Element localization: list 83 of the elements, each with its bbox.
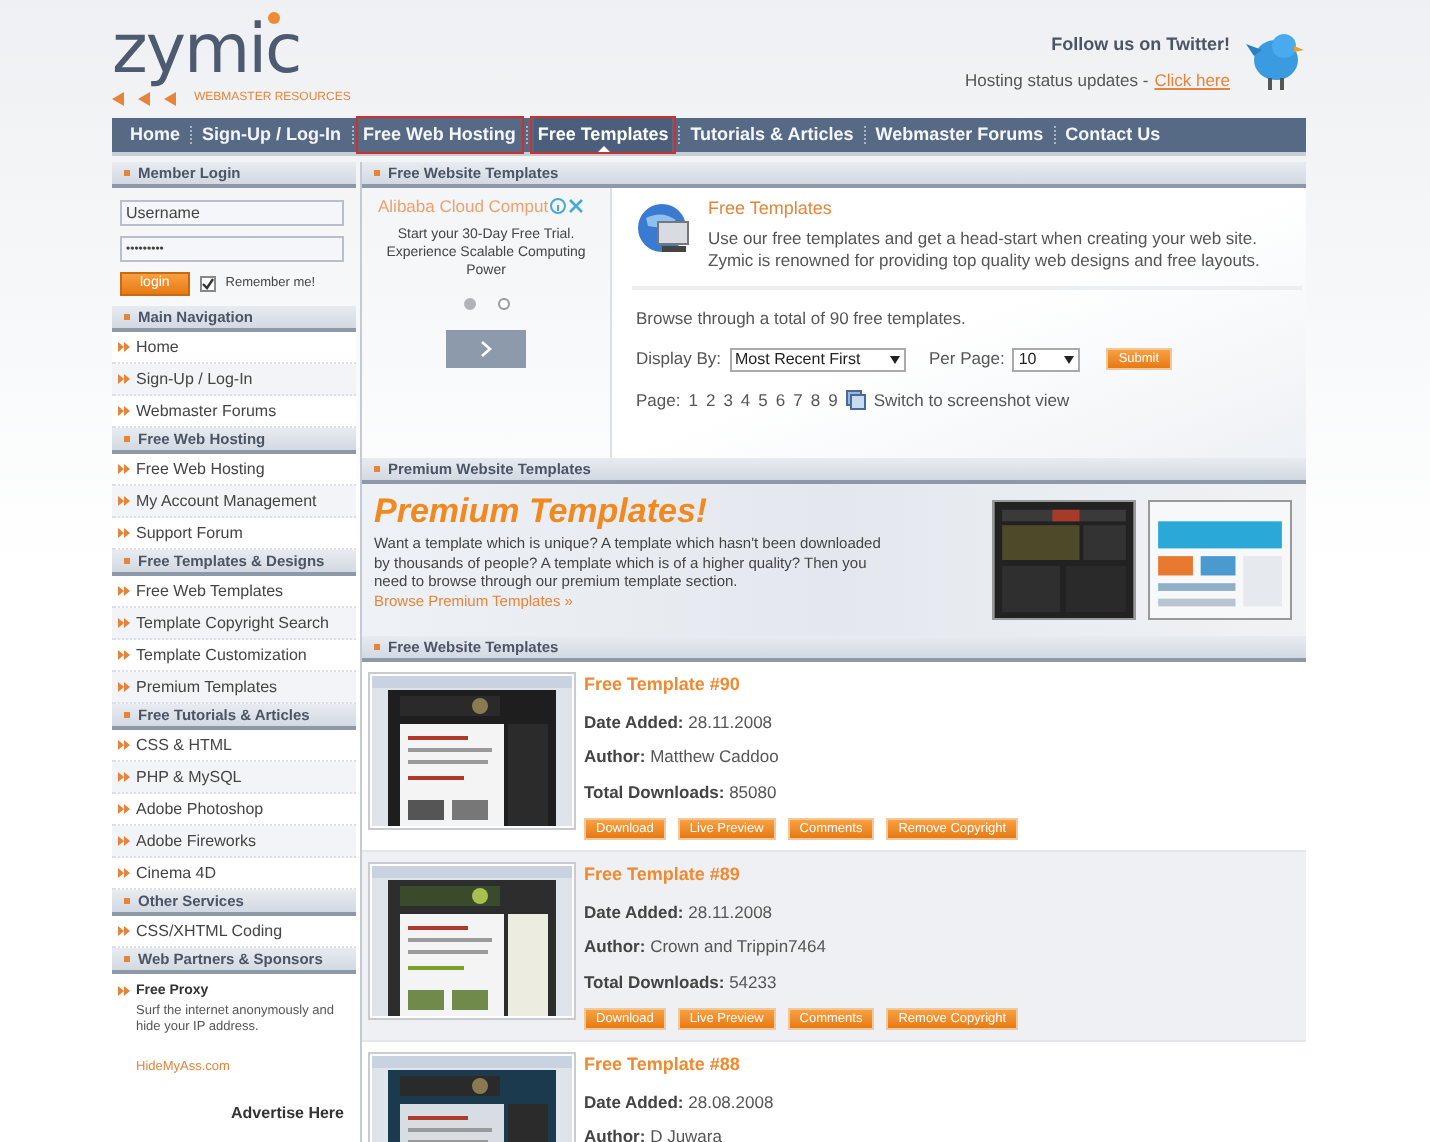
- sidebar-link[interactable]: PHP & MySQL: [112, 762, 356, 794]
- remember-checkbox[interactable]: [199, 276, 216, 292]
- double-arrow-icon: [118, 586, 130, 596]
- switch-view-link[interactable]: Switch to screenshot view: [873, 388, 1070, 414]
- close-icon[interactable]: [568, 198, 585, 215]
- display-label: Display By:: [636, 346, 722, 372]
- page-link[interactable]: 2: [705, 388, 716, 414]
- double-arrow-icon: [118, 374, 130, 384]
- intro-text: Use our free templates and get a head-start when creating your web site. Zymic is renowned for providing top quality web designs and free layouts.: [708, 227, 1262, 273]
- double-arrow-icon: [118, 650, 130, 660]
- bird-icon: [1246, 28, 1306, 92]
- dropdown-arrow-icon: [1064, 355, 1075, 364]
- sidebar-link[interactable]: Webmaster Forums: [112, 396, 356, 428]
- nav-link[interactable]: Sign-Up / Log-In: [198, 116, 345, 154]
- nav-link[interactable]: Home: [126, 116, 185, 154]
- page-link[interactable]: 7: [793, 388, 803, 414]
- template-detail: Author: Matthew Caddoo: [584, 744, 781, 770]
- double-arrow-icon: [118, 682, 130, 692]
- sidebar-link[interactable]: Sign-Up / Log-In: [112, 364, 356, 396]
- template-detail: Total Downloads: 54233: [584, 970, 779, 996]
- per-page-select[interactable]: 10: [1012, 347, 1081, 372]
- double-arrow-icon: [118, 868, 130, 878]
- double-arrow-icon: [118, 986, 130, 996]
- nav-link[interactable]: Contact Us: [1061, 116, 1165, 154]
- dropdown-arrow-icon: [889, 355, 900, 364]
- bullet-icon: [374, 170, 380, 176]
- bullet-icon: [374, 466, 380, 472]
- double-arrow-icon: [118, 464, 130, 474]
- page-link[interactable]: 3: [723, 388, 733, 414]
- display-select[interactable]: Most Recent First: [729, 347, 906, 372]
- advertise-link[interactable]: Advertise Here: [231, 1101, 344, 1125]
- username-field[interactable]: Username: [120, 200, 344, 226]
- bullet-icon: [124, 956, 130, 962]
- sidebar-link[interactable]: Adobe Fireworks: [112, 826, 356, 858]
- bullet-icon: [374, 644, 380, 650]
- chevron-right-icon: [480, 339, 492, 358]
- template-detail: Date Added: 28.08.2008: [584, 1089, 774, 1115]
- bullet-icon: [124, 558, 130, 564]
- bullet-icon: [124, 712, 130, 718]
- template-detail: Author: D Juwara: [584, 1124, 724, 1142]
- double-arrow-icon: [118, 496, 130, 506]
- twitter-text: Hosting status updates -: [965, 67, 1149, 93]
- premium-title: Premium Templates!: [374, 492, 710, 532]
- bullet-icon: [124, 898, 130, 904]
- page-link[interactable]: 5: [758, 388, 768, 414]
- page-link[interactable]: 8: [810, 388, 821, 414]
- twitter-heading: Follow us on Twitter!: [1049, 32, 1230, 58]
- double-arrow-icon: [118, 618, 130, 628]
- page-link[interactable]: 9: [828, 388, 838, 414]
- logo-wordmark[interactable]: zymic: [112, 12, 351, 88]
- page-label: Page:: [636, 388, 681, 414]
- sidebar-link[interactable]: My Account Management: [112, 486, 356, 518]
- sidebar-link[interactable]: Home: [112, 332, 356, 364]
- bullet-icon: [124, 170, 130, 176]
- template-detail: Date Added: 28.11.2008: [584, 899, 775, 925]
- double-arrow-icon: [118, 926, 130, 936]
- bullet-icon: [124, 436, 130, 442]
- template-detail: Total Downloads: 85080: [584, 780, 779, 806]
- double-arrow-icon: [118, 740, 130, 750]
- page-link[interactable]: 4: [740, 388, 751, 414]
- next-button[interactable]: [446, 329, 526, 368]
- double-arrow-icon: [118, 772, 130, 782]
- page-link[interactable]: 6: [775, 388, 786, 414]
- double-arrow-icon: [118, 804, 130, 814]
- sidebar-link[interactable]: Template Copyright Search: [112, 608, 356, 640]
- nav-link[interactable]: Tutorials & Articles: [686, 116, 858, 154]
- double-arrow-icon: [118, 342, 130, 352]
- double-arrow-icon: [118, 836, 130, 846]
- nav-link[interactable]: Free Web Hosting: [359, 116, 520, 154]
- sidebar-link[interactable]: Premium Templates: [112, 672, 356, 704]
- info-icon[interactable]: [550, 198, 567, 215]
- intro-title: Free Templates: [708, 196, 834, 222]
- per-page-label: Per Page:: [929, 346, 1005, 372]
- nav-link[interactable]: Webmaster Forums: [871, 116, 1048, 154]
- template-detail: Author: Crown and Trippin7464: [584, 934, 828, 960]
- sidebar-link[interactable]: Free Web Hosting: [112, 454, 356, 486]
- screenshot-view-icon[interactable]: [845, 390, 866, 411]
- double-arrow-icon: [118, 406, 130, 416]
- bullet-icon: [124, 314, 130, 320]
- browse-text: Browse through a total of 90 free templates.: [636, 305, 968, 331]
- template-detail: Date Added: 28.11.2008: [584, 709, 775, 735]
- double-arrow-icon: [118, 528, 130, 538]
- page-link[interactable]: 1: [688, 388, 698, 414]
